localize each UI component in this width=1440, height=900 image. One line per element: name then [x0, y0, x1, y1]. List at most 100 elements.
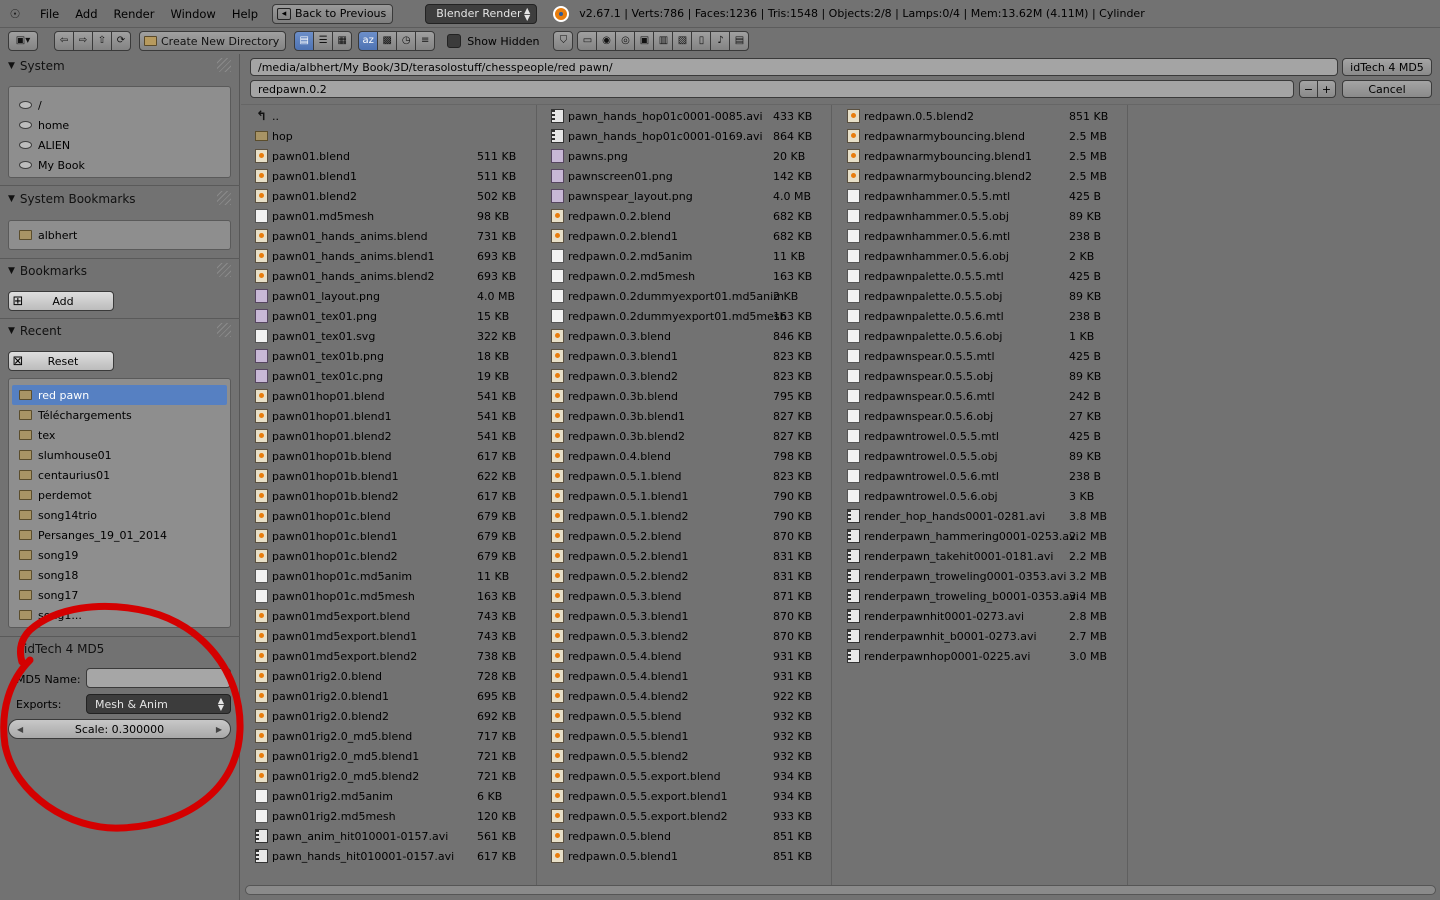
- file-row[interactable]: pawn01hop01c.blend1 679 KB: [255, 526, 525, 546]
- file-row[interactable]: redpawnhammer.0.5.5.mtl 425 B: [847, 186, 1117, 206]
- file-row[interactable]: redpawn.0.5.5.blend2 932 KB: [551, 746, 821, 766]
- sort-size-button[interactable]: ≡: [415, 31, 436, 51]
- file-row[interactable]: pawn01_tex01b.png 18 KB: [255, 346, 525, 366]
- filter-blend-button[interactable]: ◉: [596, 31, 617, 51]
- filter-backup-button[interactable]: ◎: [615, 31, 636, 51]
- refresh-button[interactable]: ⟳: [111, 31, 131, 51]
- increment-arrow-icon[interactable]: ▶: [216, 725, 222, 734]
- file-row[interactable]: redpawn.0.5.1.blend2 790 KB: [551, 506, 821, 526]
- file-row[interactable]: redpawnhammer.0.5.6.obj 2 KB: [847, 246, 1117, 266]
- file-row[interactable]: pawn01_hands_anims.blend 731 KB: [255, 226, 525, 246]
- menu-file[interactable]: File: [32, 7, 67, 21]
- file-row[interactable]: pawn01.blend2 502 KB: [255, 186, 525, 206]
- file-row[interactable]: pawn01rig2.md5mesh 120 KB: [255, 806, 525, 826]
- file-row[interactable]: redpawn.0.5.4.blend 931 KB: [551, 646, 821, 666]
- file-row[interactable]: redpawn.0.3.blend2 823 KB: [551, 366, 821, 386]
- recent-item[interactable]: Persanges_19_01_2014: [9, 525, 230, 545]
- file-row[interactable]: pawn01hop01b.blend2 617 KB: [255, 486, 525, 506]
- bookmarks-header[interactable]: ▼ Bookmarks: [8, 261, 87, 281]
- file-row[interactable]: redpawn.0.3.blend1 823 KB: [551, 346, 821, 366]
- file-row[interactable]: redpawn.0.2.blend 682 KB: [551, 206, 821, 226]
- file-row[interactable]: pawn_anim_hit010001-0157.avi 561 KB: [255, 826, 525, 846]
- file-row[interactable]: pawn01md5export.blend1 743 KB: [255, 626, 525, 646]
- file-row[interactable]: redpawn.0.5.blend2 851 KB: [847, 106, 1117, 126]
- file-row[interactable]: redpawntrowel.0.5.6.obj 3 KB: [847, 486, 1117, 506]
- file-row[interactable]: renderpawnhop0001-0225.avi 3.0 MB: [847, 646, 1117, 666]
- recent-item[interactable]: centaurius01: [9, 465, 230, 485]
- file-row[interactable]: pawn01hop01c.md5anim 11 KB: [255, 566, 525, 586]
- panel-drag-grip-icon[interactable]: [217, 191, 231, 205]
- system-bookmark-albhert[interactable]: albhert: [9, 225, 230, 245]
- file-row[interactable]: redpawnspear.0.5.5.obj 89 KB: [847, 366, 1117, 386]
- file-row[interactable]: pawn01hop01.blend 541 KB: [255, 386, 525, 406]
- system-item-root[interactable]: /: [9, 95, 230, 115]
- menu-render[interactable]: Render: [106, 7, 163, 21]
- file-row[interactable]: renderpawnhit0001-0273.avi 2.8 MB: [847, 606, 1117, 626]
- window-menu-icon[interactable]: ☉: [4, 7, 26, 21]
- file-row[interactable]: pawn01hop01.blend1 541 KB: [255, 406, 525, 426]
- file-row[interactable]: pawn01_tex01.png 15 KB: [255, 306, 525, 326]
- file-row[interactable]: redpawnpalette.0.5.6.mtl 238 B: [847, 306, 1117, 326]
- file-row[interactable]: redpawnarmybouncing.blend 2.5 MB: [847, 126, 1117, 146]
- file-row[interactable]: pawn01.blend1 511 KB: [255, 166, 525, 186]
- menu-add[interactable]: Add: [67, 7, 105, 21]
- file-row[interactable]: pawn01hop01b.blend 617 KB: [255, 446, 525, 466]
- system-item-home[interactable]: home: [9, 115, 230, 135]
- file-row[interactable]: hop: [255, 126, 525, 146]
- recent-item[interactable]: song17: [9, 585, 230, 605]
- md5-name-input[interactable]: [86, 668, 231, 688]
- file-row[interactable]: redpawn.0.2.md5mesh 163 KB: [551, 266, 821, 286]
- file-row[interactable]: pawn01md5export.blend2 738 KB: [255, 646, 525, 666]
- file-row[interactable]: pawn01rig2.0_md5.blend2 721 KB: [255, 766, 525, 786]
- file-row[interactable]: redpawn.0.5.blend 851 KB: [551, 826, 821, 846]
- file-row[interactable]: redpawnarmybouncing.blend1 2.5 MB: [847, 146, 1117, 166]
- file-row[interactable]: pawn01rig2.0.blend2 692 KB: [255, 706, 525, 726]
- parent-back-button[interactable]: ⇦: [54, 31, 74, 51]
- file-row[interactable]: pawn01.md5mesh 98 KB: [255, 206, 525, 226]
- file-row[interactable]: pawn01_tex01.svg 322 KB: [255, 326, 525, 346]
- file-row[interactable]: redpawn.0.5.5.export.blend1 934 KB: [551, 786, 821, 806]
- render-engine-select[interactable]: Blender Render ▲ ▼: [425, 3, 538, 24]
- filter-movies-button[interactable]: ▥: [653, 31, 674, 51]
- file-row[interactable]: redpawntrowel.0.5.5.mtl 425 B: [847, 426, 1117, 446]
- increment-filename-button[interactable]: +: [1317, 80, 1336, 98]
- file-row[interactable]: redpawnpalette.0.5.6.obj 1 KB: [847, 326, 1117, 346]
- parent-dir-button[interactable]: ⇧: [92, 31, 112, 51]
- scale-field[interactable]: ◀ Scale: 0.300000 ▶: [8, 719, 231, 739]
- file-row[interactable]: redpawnarmybouncing.blend2 2.5 MB: [847, 166, 1117, 186]
- file-row[interactable]: redpawn.0.5.1.blend 823 KB: [551, 466, 821, 486]
- file-row[interactable]: redpawntrowel.0.5.6.mtl 238 B: [847, 466, 1117, 486]
- file-row[interactable]: redpawnspear.0.5.6.obj 27 KB: [847, 406, 1117, 426]
- file-row[interactable]: ↰..: [255, 106, 525, 126]
- exports-select[interactable]: Mesh & Anim ▲ ▼: [86, 694, 231, 714]
- file-row[interactable]: redpawn.0.3b.blend2 827 KB: [551, 426, 821, 446]
- file-row[interactable]: redpawnhammer.0.5.5.obj 89 KB: [847, 206, 1117, 226]
- execute-export-button[interactable]: idTech 4 MD5: [1342, 58, 1432, 76]
- back-to-previous-button[interactable]: ◂ Back to Previous: [272, 3, 394, 24]
- file-row[interactable]: redpawn.0.5.2.blend 870 KB: [551, 526, 821, 546]
- filter-text-button[interactable]: ▤: [729, 31, 750, 51]
- file-row[interactable]: pawn01hop01.blend2 541 KB: [255, 426, 525, 446]
- file-row[interactable]: redpawn.0.5.3.blend2 870 KB: [551, 626, 821, 646]
- thumbnails-button[interactable]: ▦: [332, 31, 353, 51]
- file-row[interactable]: redpawn.0.3b.blend 795 KB: [551, 386, 821, 406]
- forward-button[interactable]: ⇨: [73, 31, 93, 51]
- file-row[interactable]: pawn01_hands_anims.blend1 693 KB: [255, 246, 525, 266]
- file-row[interactable]: redpawn.0.5.3.blend1 870 KB: [551, 606, 821, 626]
- file-row[interactable]: pawn01rig2.md5anim 6 KB: [255, 786, 525, 806]
- file-row[interactable]: pawn_hands_hop01c0001-0085.avi 433 KB: [551, 106, 821, 126]
- decrement-arrow-icon[interactable]: ◀: [17, 725, 23, 734]
- file-row[interactable]: redpawn.0.4.blend 798 KB: [551, 446, 821, 466]
- file-row[interactable]: render_hop_hands0001-0281.avi 3.8 MB: [847, 506, 1117, 526]
- file-row[interactable]: redpawn.0.3.blend 846 KB: [551, 326, 821, 346]
- file-row[interactable]: pawn01rig2.0.blend 728 KB: [255, 666, 525, 686]
- menu-help[interactable]: Help: [224, 7, 266, 21]
- file-row[interactable]: pawn_hands_hop01c0001-0169.avi 864 KB: [551, 126, 821, 146]
- file-row[interactable]: redpawn.0.5.4.blend1 931 KB: [551, 666, 821, 686]
- decrement-filename-button[interactable]: −: [1299, 80, 1318, 98]
- file-row[interactable]: pawn01rig2.0_md5.blend1 721 KB: [255, 746, 525, 766]
- filter-folders-button[interactable]: ▭: [577, 31, 598, 51]
- file-row[interactable]: renderpawn_troweling_b0001-0353.avi 3.4 M…: [847, 586, 1117, 606]
- recent-item[interactable]: red pawn: [12, 385, 227, 405]
- sort-ext-button[interactable]: ▩: [377, 31, 398, 51]
